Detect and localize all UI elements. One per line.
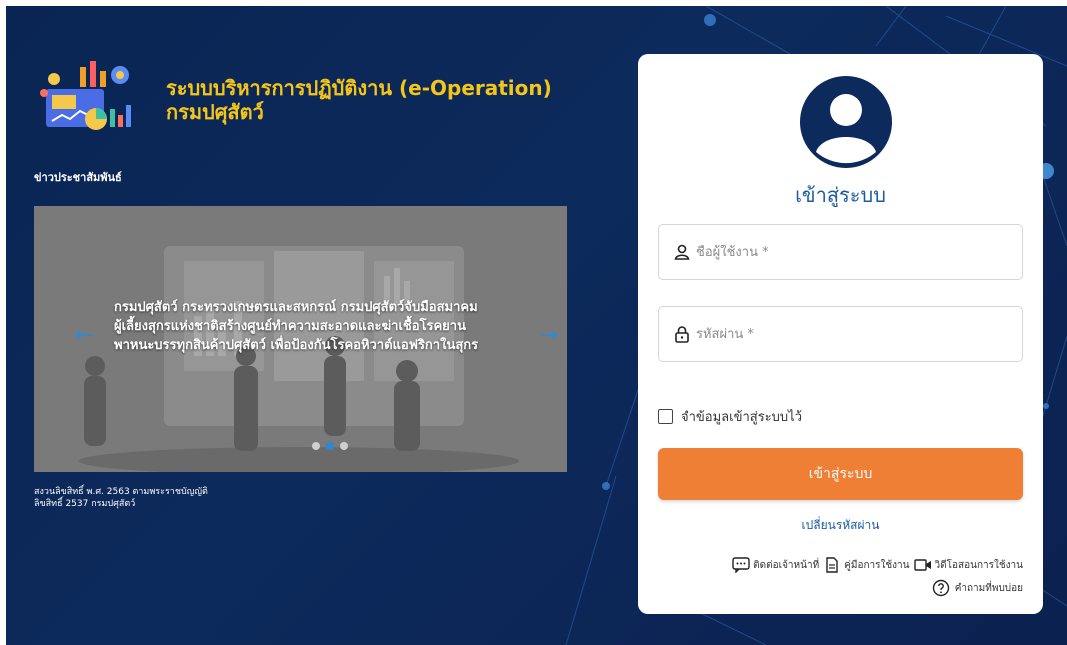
user-icon bbox=[674, 244, 690, 260]
copyright-line1: สงวนลิขสิทธิ์ พ.ศ. 2563 ตามพระราชบัญญัติ bbox=[34, 487, 208, 497]
carousel-indicators bbox=[312, 442, 348, 450]
tutorial-video-link[interactable]: วิดีโอสอนการใช้งาน bbox=[913, 557, 1023, 573]
login-title: เข้าสู่ระบบ bbox=[795, 183, 886, 207]
help-links: ติดต่อเจ้าหน้าที่ คู่มือการใช้งาน วิดีโอ… bbox=[732, 557, 1023, 573]
system-title: ระบบบริหารการปฏิบัติงาน (e-Operation) กร… bbox=[166, 76, 596, 124]
user-manual-label: คู่มือการใช้งาน bbox=[844, 559, 910, 571]
carousel-dot[interactable] bbox=[312, 442, 320, 450]
copyright-notice: สงวนลิขสิทธิ์ พ.ศ. 2563 ตามพระราชบัญญัติ… bbox=[34, 486, 334, 510]
contact-staff-link[interactable]: ติดต่อเจ้าหน้าที่ bbox=[732, 557, 819, 573]
system-title-line2: กรมปศุสัตว์ bbox=[166, 100, 264, 124]
contact-staff-label: ติดต่อเจ้าหน้าที่ bbox=[753, 559, 820, 571]
password-input[interactable] bbox=[696, 326, 996, 342]
remember-label: จำข้อมูลเข้าสู่ระบบไว้ bbox=[681, 410, 803, 425]
username-field[interactable] bbox=[658, 224, 1023, 280]
chat-bubble-icon bbox=[732, 557, 750, 573]
carousel-next-arrow-icon[interactable]: → bbox=[537, 324, 561, 348]
login-button[interactable]: เข้าสู่ระบบ bbox=[658, 448, 1023, 500]
copyright-line2: ลิขสิทธิ์ 2537 กรมปศุสัตว์ bbox=[34, 499, 136, 509]
faq-label: คำถามที่พบบ่อย bbox=[954, 582, 1023, 594]
lock-icon bbox=[675, 326, 689, 343]
analytics-dashboard-icon bbox=[40, 61, 131, 130]
user-avatar-icon bbox=[800, 76, 892, 168]
tutorial-video-label: วิดีโอสอนการใช้งาน bbox=[934, 559, 1023, 571]
page-background: ระบบบริหารการปฏิบัติงาน (e-Operation) กร… bbox=[6, 6, 1067, 645]
password-field[interactable] bbox=[658, 306, 1023, 362]
login-card: เข้าสู่ระบบ จำข้อมูลเข้าสู่ระบบไว้ เข้าส… bbox=[638, 54, 1043, 614]
slide-caption: กรมปศุสัตว์ กระทรวงเกษตรและสหกรณ์ กรมปศุ… bbox=[114, 300, 479, 353]
video-camera-icon bbox=[913, 559, 931, 571]
faq-link[interactable]: คำถามที่พบบ่อย bbox=[932, 579, 1023, 597]
question-circle-icon bbox=[932, 579, 949, 597]
remember-me[interactable]: จำข้อมูลเข้าสู่ระบบไว้ bbox=[658, 406, 802, 427]
user-manual-link[interactable]: คู่มือการใช้งาน bbox=[823, 557, 910, 573]
username-input[interactable] bbox=[696, 244, 996, 260]
remember-checkbox[interactable] bbox=[658, 409, 673, 424]
news-carousel[interactable]: กรมปศุสัตว์ กระทรวงเกษตรและสหกรณ์ กรมปศุ… bbox=[34, 206, 567, 472]
change-password-link[interactable]: เปลี่ยนรหัสผ่าน bbox=[638, 516, 1043, 535]
carousel-dot-active[interactable] bbox=[326, 442, 334, 450]
news-heading: ข่าวประชาสัมพันธ์ bbox=[34, 171, 122, 184]
document-icon bbox=[826, 557, 838, 573]
carousel-prev-arrow-icon[interactable]: ← bbox=[72, 324, 96, 348]
carousel-dot[interactable] bbox=[340, 442, 348, 450]
system-title-line1: ระบบบริหารการปฏิบัติงาน (e-Operation) bbox=[166, 76, 552, 100]
